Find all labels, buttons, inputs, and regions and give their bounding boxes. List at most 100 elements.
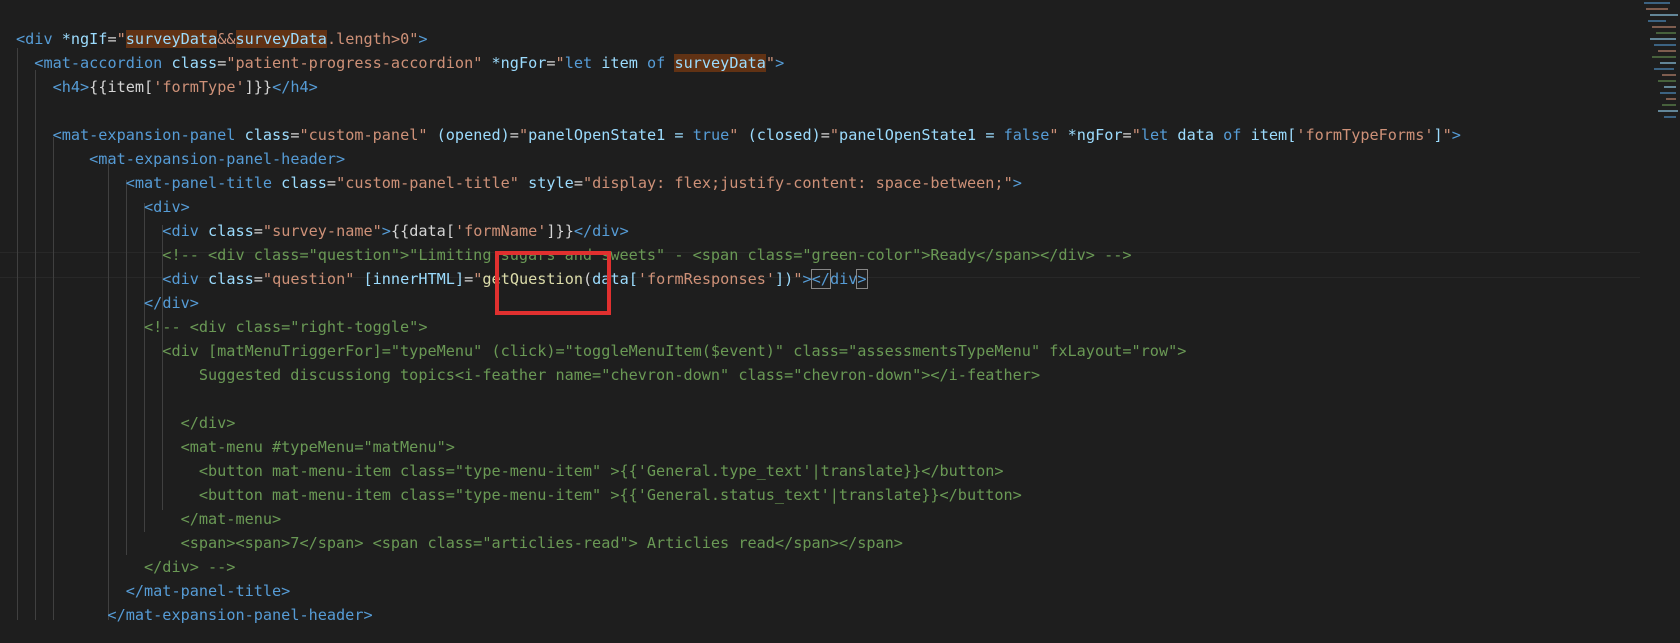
minimap-line [1646,8,1668,10]
code-token: Suggested discussiong topics<i-feather n… [16,366,1041,384]
code-token: " [1131,126,1141,144]
code-token: < [16,270,172,288]
code-token: <button mat-menu-item class="type-menu-i… [16,462,1004,480]
code-token: div [592,222,620,240]
code-token: *ngFor [482,54,547,72]
code-line: <mat-expansion-panel class = "custom-panel… [16,123,1461,147]
code-line: <mat-expansion-panel-header> [16,147,345,171]
code-line: <h4>{{item['formType']}}</h4> [16,75,318,99]
minimap-line [1658,110,1678,112]
code-line: <button mat-menu-item class="type-menu-i… [16,483,1022,507]
code-token: < [16,222,172,240]
minimap-line [1650,38,1676,40]
annotation-highlight-box [495,251,611,315]
code-token: <div [matMenuTriggerFor]="typeMenu" (cli… [16,342,1187,360]
minimap-line [1664,86,1676,88]
code-line: </div> [16,291,199,315]
code-editor[interactable]: <div *ngIf="surveyData&&surveyData.lengt… [0,0,1640,643]
code-token: <!-- <div class="right-toggle"> [16,318,428,336]
code-token: < [16,30,26,48]
code-token: ] [1433,126,1443,144]
code-token: > [802,270,812,288]
code-token: of [647,54,666,72]
code-token: <span><span>7</span> <span class="articl… [16,534,903,552]
minimap-line [1652,56,1676,58]
code-token: class [198,222,254,240]
code-token: class [235,126,291,144]
code-token: mat-accordion [43,54,163,72]
code-token: ]}} [244,78,273,96]
code-token: 'formResponses' [637,270,776,288]
code-token: = [217,54,227,72]
code-line: <mat-accordion class="patient-progress-a… [16,51,784,75]
minimap-line [1658,50,1676,52]
code-token: {{item[ [89,78,154,96]
minimap-line [1664,116,1676,118]
code-line: <!-- <div class="right-toggle"> [16,315,427,339]
minimap-line [1652,26,1676,28]
code-line: Suggested discussiong topics<i-feather n… [16,363,1040,387]
code-token: " [1442,126,1452,144]
minimap-line [1666,98,1676,100]
code-token: class [162,54,218,72]
code-token: h4 [290,78,309,96]
code-token: > [619,222,629,240]
minimap-line [1662,104,1676,106]
code-token: let [564,54,593,72]
code-token: < [16,78,62,96]
code-token: > [281,582,291,600]
code-token: > [381,222,391,240]
code-line: </mat-menu> [16,507,282,531]
code-token: item [592,54,648,72]
code-token: = [253,270,263,288]
code-token: class [272,174,327,192]
code-line: <mat-menu #typeMenu="matMenu"> [16,435,455,459]
code-token: > [856,269,868,289]
code-token: div [153,198,181,216]
code-token: div [829,270,858,288]
code-token: {{data[ [390,222,455,240]
code-token: (opened) [427,126,510,144]
code-token: = [573,174,583,192]
code-token: [innerHTML] [354,270,465,288]
code-line: <div [matMenuTriggerFor]="typeMenu" (cli… [16,339,1186,363]
code-token: </ [16,294,163,312]
code-token: > [1012,174,1022,192]
code-token: let [1140,126,1169,144]
minimap-line [1660,92,1676,94]
code-token: < [16,174,135,192]
code-token: item[ [1241,126,1297,144]
code-token: div [162,294,190,312]
code-token: " [1049,126,1059,144]
code-token: " [555,54,565,72]
minimap[interactable] [1640,0,1680,643]
minimap-line [1662,74,1676,76]
code-line: </div> [16,411,236,435]
code-token: mat-expansion-panel-header [125,606,364,624]
code-token: div [171,222,199,240]
code-token: .length>0 [326,30,410,48]
code-token: (closed) [738,126,821,144]
code-token: = [253,222,263,240]
code-token: *ngFor [1058,126,1123,144]
code-token: > [189,294,199,312]
code-token: </ [810,269,831,289]
code-line: <div class="question" [innerHTML]="getQu… [16,267,868,291]
code-token: panelOpenState1 = [839,126,1004,144]
minimap-line [1648,20,1666,22]
code-token: of [1223,126,1242,144]
minimap-line [1654,68,1674,70]
code-token: mat-panel-title [144,582,282,600]
code-line: </div> --> [16,555,235,579]
code-token: > [80,78,90,96]
code-token: div [171,270,199,288]
code-token: style [518,174,574,192]
code-token: " [829,126,840,144]
code-token: </ [573,222,593,240]
code-line: </mat-panel-title> [16,579,291,603]
code-token: ]) [775,270,794,288]
code-token: class [198,270,254,288]
code-token: > [363,606,373,624]
minimap-line [1658,80,1676,82]
code-token: = [820,126,830,144]
